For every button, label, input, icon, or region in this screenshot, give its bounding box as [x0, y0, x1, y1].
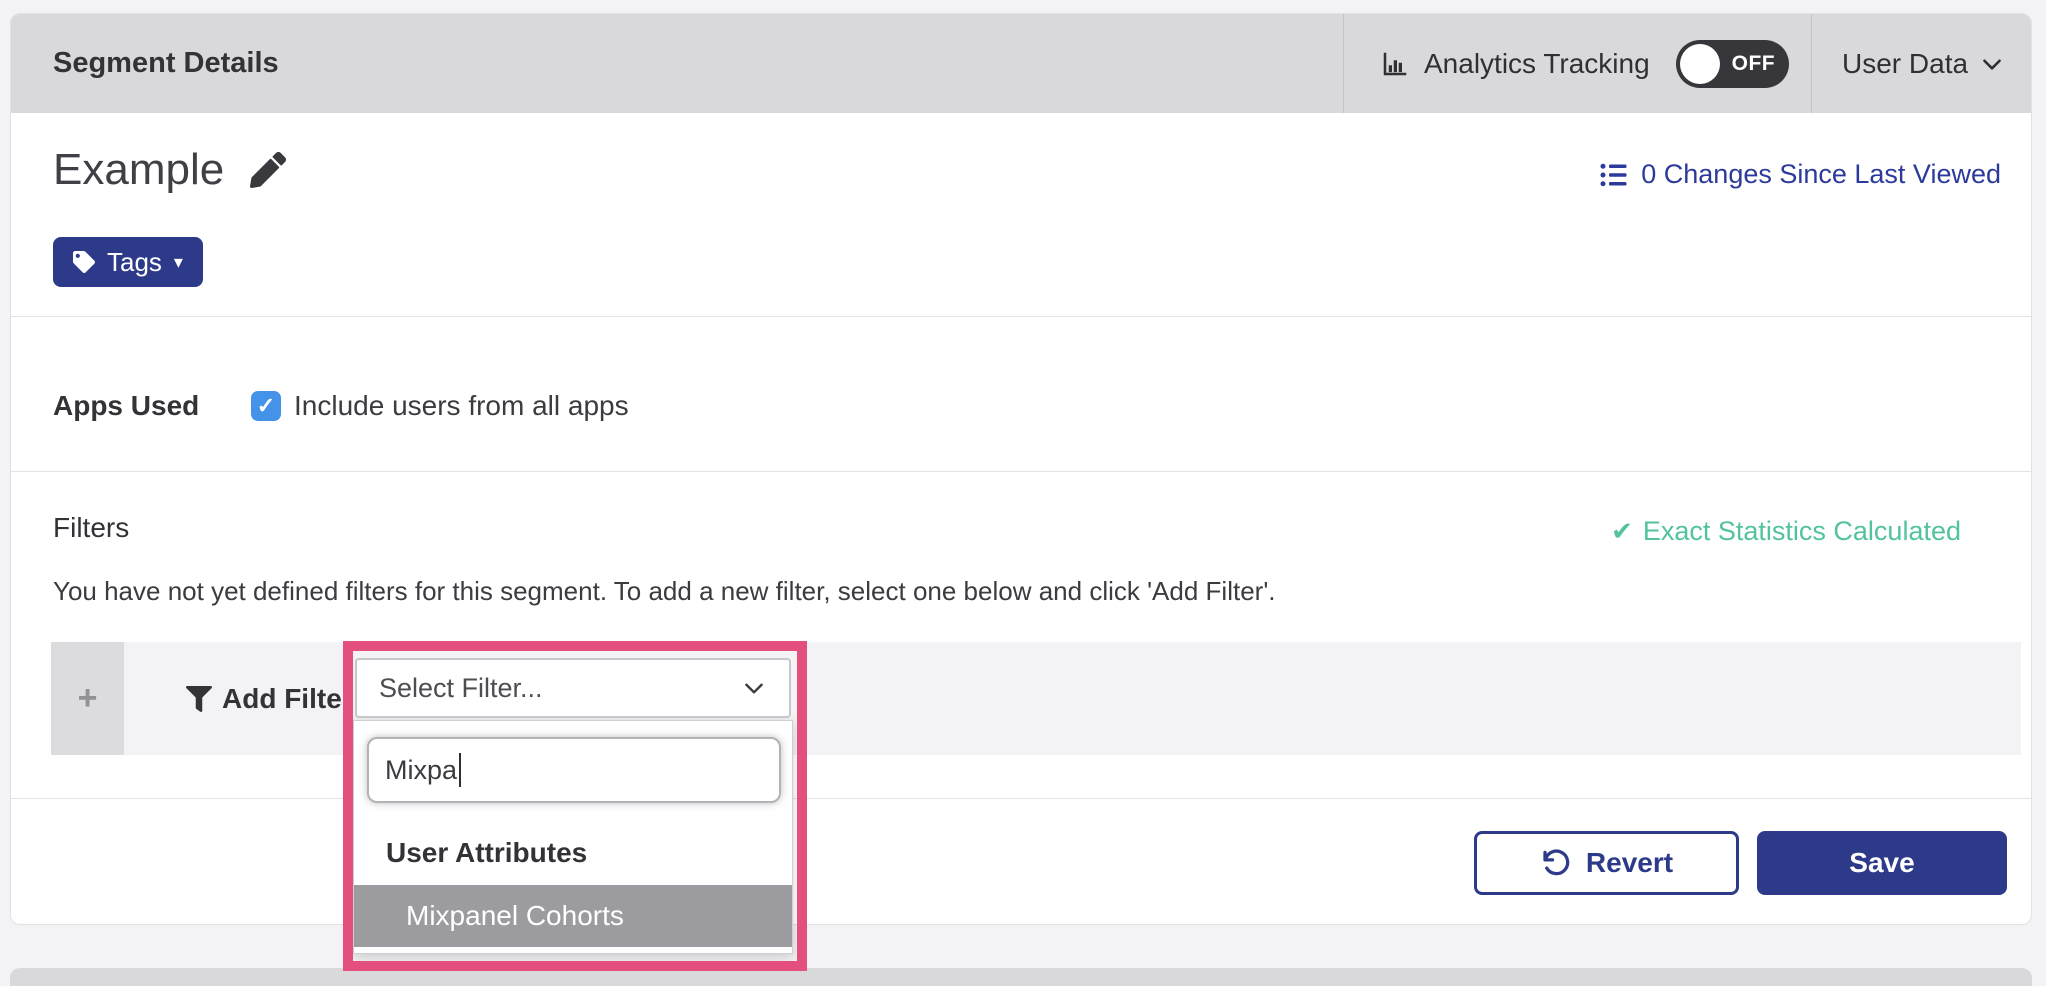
analytics-tracking-label: Analytics Tracking [1424, 48, 1650, 80]
filters-empty-text: You have not yet defined filters for thi… [53, 576, 1276, 607]
change-list-icon [1599, 160, 1629, 190]
exact-statistics-status: ✔ Exact Statistics Calculated [1611, 516, 1961, 547]
include-all-apps-label: Include users from all apps [294, 390, 629, 422]
user-data-label: User Data [1842, 48, 1968, 80]
plus-icon: + [78, 679, 98, 718]
add-filter-row: + Add Filter [51, 642, 2021, 755]
save-button-label: Save [1849, 847, 1914, 879]
add-filter-label: Add Filter [222, 683, 353, 715]
filters-heading: Filters [53, 512, 129, 544]
revert-button[interactable]: Revert [1474, 831, 1739, 895]
apps-used-section: Apps Used ✓ Include users from all apps [11, 317, 2031, 471]
caret-down-icon: ▾ [174, 253, 183, 271]
header-right: Analytics Tracking OFF User Data [1343, 14, 2031, 113]
analytics-tracking-group: Analytics Tracking OFF [1344, 14, 1811, 113]
dropdown-option-mixpanel-cohorts[interactable]: Mixpanel Cohorts [354, 885, 792, 947]
dropdown-group-header: User Attributes [386, 837, 587, 869]
undo-icon [1540, 848, 1570, 878]
check-icon: ✓ [257, 395, 275, 417]
filter-select-dropdown[interactable]: Select Filter... [355, 658, 791, 718]
apps-used-row: Apps Used ✓ Include users from all apps [53, 384, 629, 428]
segment-details-card: Segment Details Analytics Tracking OFF [10, 13, 2032, 925]
toggle-state-label: OFF [1732, 52, 1776, 76]
bar-chart-icon [1380, 49, 1410, 79]
next-panel-header [10, 968, 2032, 986]
text-cursor [459, 753, 461, 787]
card-header: Segment Details Analytics Tracking OFF [11, 14, 2031, 113]
user-data-dropdown[interactable]: User Data [1812, 14, 2031, 113]
filter-dropdown-panel: Mixpa User Attributes Mixpanel Cohorts [353, 720, 793, 954]
tags-button-label: Tags [107, 247, 162, 278]
filter-search-input[interactable]: Mixpa [367, 737, 781, 803]
filter-search-value: Mixpa [385, 755, 457, 786]
filter-funnel-icon [186, 686, 212, 712]
chevron-down-icon [741, 675, 767, 701]
add-filter-label-wrap: Add Filter [186, 642, 353, 755]
filters-section: Filters ✔ Exact Statistics Calculated Yo… [11, 472, 2031, 798]
exact-statistics-label: Exact Statistics Calculated [1643, 516, 1961, 547]
chevron-down-icon [1979, 51, 2005, 77]
tag-icon [73, 251, 95, 273]
check-icon: ✔ [1611, 516, 1633, 547]
include-all-apps-checkbox[interactable]: ✓ [251, 391, 281, 421]
segment-name: Example [53, 145, 224, 195]
toggle-knob [1680, 44, 1720, 84]
filter-select-value: Select Filter... [379, 673, 543, 704]
save-button[interactable]: Save [1757, 831, 2007, 895]
dropdown-option-label: Mixpanel Cohorts [406, 900, 624, 932]
tags-button[interactable]: Tags ▾ [53, 237, 203, 287]
footer-actions: Revert Save [11, 799, 2031, 926]
changes-since-last-viewed-link[interactable]: 0 Changes Since Last Viewed [1599, 159, 2001, 190]
analytics-tracking-toggle[interactable]: OFF [1676, 40, 1789, 88]
changes-link-label: 0 Changes Since Last Viewed [1641, 159, 2001, 190]
page-title: Segment Details [11, 47, 279, 80]
add-filter-plus-button[interactable]: + [51, 642, 124, 755]
edit-pencil-icon[interactable] [250, 152, 286, 188]
segment-title-section: Example Tags ▾ [11, 113, 2031, 316]
apps-used-label: Apps Used [53, 390, 251, 422]
segment-name-row: Example [53, 145, 286, 195]
revert-button-label: Revert [1586, 847, 1673, 879]
